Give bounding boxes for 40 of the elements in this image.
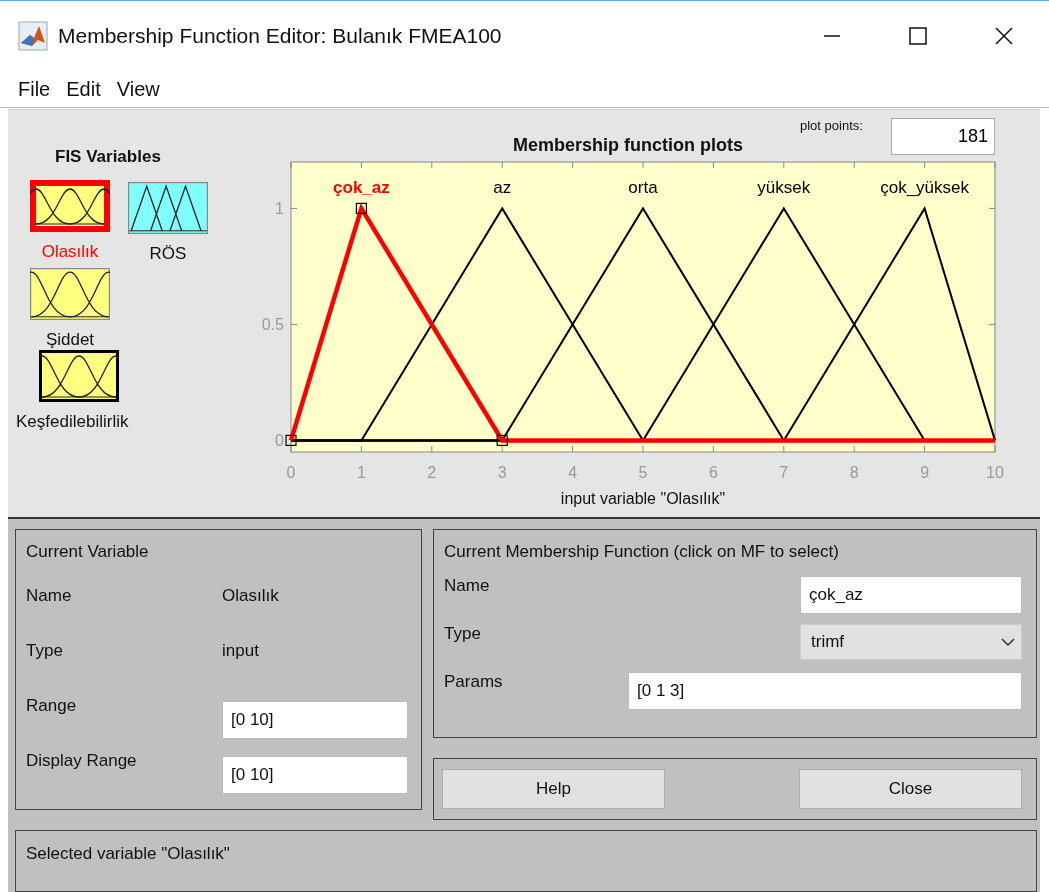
tick-label: 0: [275, 432, 284, 450]
tick-label: 4: [568, 464, 578, 481]
field-label: Name: [26, 585, 73, 606]
tick-label: 9: [920, 464, 930, 481]
tick-label: 6: [708, 464, 718, 481]
field-label: Display Range: [26, 750, 138, 771]
tick-label: 3: [497, 464, 507, 481]
variable-label: RÖS: [149, 244, 187, 264]
plot-points-label: plot points:: [800, 119, 863, 133]
variable-label: Şiddet: [45, 330, 95, 350]
tick-label: 5: [638, 464, 648, 481]
panel-title: Current Membership Function (click on MF to select): [444, 542, 840, 562]
curve-label: az: [493, 178, 512, 197]
field-label: Params: [444, 672, 503, 693]
tick-label: 1: [275, 200, 284, 218]
curve-label: yüksek: [757, 178, 811, 197]
field-label: Range: [26, 695, 78, 716]
plot-title: Membership function plots: [513, 135, 743, 156]
field-label: Type: [444, 624, 481, 645]
tick-label: 8: [849, 464, 859, 481]
tick-label: 1: [356, 464, 366, 481]
field-value: Olasılık: [222, 585, 280, 606]
variable-label: Olasılık: [41, 242, 99, 262]
tick-label: 10: [986, 464, 1004, 481]
tick-label: 7: [779, 464, 789, 481]
tick-label: 2: [427, 464, 437, 481]
tick-label: 0.5: [261, 316, 284, 334]
field-label: Name: [444, 576, 490, 597]
status-text: Selected variable "Olasılık": [26, 844, 230, 863]
section-title: FIS Variables: [55, 147, 161, 167]
window-title: Membership Function Editor: Bulanık FMEA100: [58, 24, 503, 48]
tick-label: 0: [286, 464, 296, 481]
curve-label: çok_az: [333, 178, 390, 197]
field-label: Type: [26, 640, 64, 661]
axis-label: input variable "Olasılık": [560, 490, 726, 507]
curve-label: orta: [628, 178, 658, 197]
variable-label: Keşfedilebilirlik: [16, 412, 129, 432]
panel-title: Current Variable: [26, 542, 150, 562]
curve-label: çok_yüksek: [880, 178, 969, 197]
field-value: input: [222, 640, 260, 661]
